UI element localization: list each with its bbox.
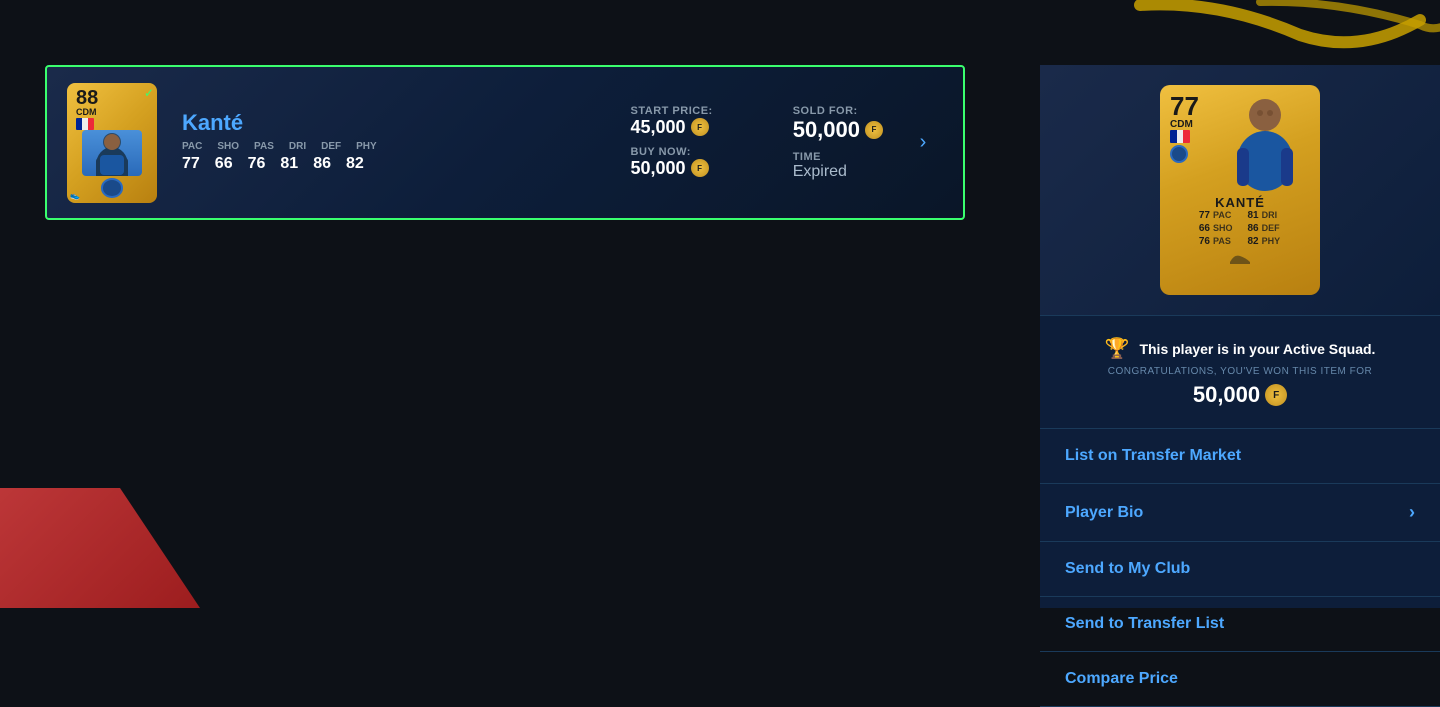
card-position: CDM xyxy=(76,108,97,117)
bottom-left-decoration xyxy=(0,488,200,608)
price-group-left: START PRICE: 45,000 F BUY NOW: 50,000 F xyxy=(631,105,713,181)
def-value: 86 xyxy=(313,155,331,173)
sold-for-value: 50,000 F xyxy=(793,117,883,143)
phy-label: PHY xyxy=(356,141,377,152)
boots-svg xyxy=(1228,252,1252,264)
player-card-large: 77 CDM xyxy=(1160,85,1320,295)
player-flag xyxy=(76,118,94,130)
fut-coin-sold: F xyxy=(865,121,883,139)
large-card-boots-icon xyxy=(1228,251,1252,269)
boots-icon: 👟 xyxy=(70,191,80,200)
large-card-club xyxy=(1170,145,1188,163)
def-label: DEF xyxy=(321,141,341,152)
action-buttons-container: List on Transfer Market Player Bio › Sen… xyxy=(1040,428,1440,707)
detail-arrow-button[interactable]: › xyxy=(903,123,943,163)
notification-main-row: 🏆 This player is in your Active Squad. xyxy=(1105,336,1376,361)
large-card-name: KANTÉ xyxy=(1215,195,1265,210)
top-decoration xyxy=(940,0,1440,65)
large-card-stats: 77 PAC 81 DRI 66 SHO 86 DEF 76 PAS xyxy=(1199,210,1281,247)
large-card-flag xyxy=(1170,130,1190,143)
right-panel: 77 CDM xyxy=(1040,65,1440,608)
notification-main-text: This player is in your Active Squad. xyxy=(1139,341,1375,357)
stats-values-row: 77 66 76 81 86 82 xyxy=(182,155,591,173)
main-content: ✓ 88 CDM xyxy=(45,65,965,220)
player-card-mini: ✓ 88 CDM xyxy=(67,83,157,203)
compare-price-button[interactable]: Compare Price xyxy=(1040,652,1440,707)
player-bio-label: Player Bio xyxy=(1065,504,1143,522)
start-price-label: START PRICE: xyxy=(631,105,713,117)
compare-price-label: Compare Price xyxy=(1065,670,1178,688)
checkmark-icon: ✓ xyxy=(144,86,154,100)
player-bio-chevron-icon: › xyxy=(1409,502,1415,523)
player-image xyxy=(82,130,142,177)
send-to-transfer-label: Send to Transfer List xyxy=(1065,615,1224,633)
fut-coin-start: F xyxy=(691,118,709,136)
time-value: Expired xyxy=(793,163,883,181)
trophy-icon: 🏆 xyxy=(1105,336,1130,361)
send-to-club-label: Send to My Club xyxy=(1065,560,1190,578)
notification-sub-text: CONGRATULATIONS, YOU'VE WON THIS ITEM FO… xyxy=(1108,366,1372,377)
player-name: Kanté xyxy=(182,110,591,136)
sho-label: SHO xyxy=(217,141,239,152)
fut-coin-buynow: F xyxy=(691,159,709,177)
list-on-market-label: List on Transfer Market xyxy=(1065,447,1241,465)
time-label: TIME xyxy=(793,151,883,163)
buy-now-label: BUY NOW: xyxy=(631,146,713,158)
club-logo xyxy=(101,178,123,197)
sold-for-label: SOLD FOR: xyxy=(793,105,883,117)
dri-label: DRI xyxy=(289,141,306,152)
card-rating: 88 xyxy=(76,88,98,108)
send-to-my-club-button[interactable]: Send to My Club xyxy=(1040,542,1440,597)
price-group-right: SOLD FOR: 50,000 F TIME Expired xyxy=(793,105,883,181)
player-info: Kanté PAC SHO PAS DRI DEF PHY xyxy=(177,110,591,176)
notification-price: 50,000 F xyxy=(1193,382,1287,408)
fut-coin-notification: F xyxy=(1265,384,1287,406)
player-card-display-area: 77 CDM xyxy=(1040,65,1440,315)
pac-value: 77 xyxy=(182,155,200,173)
send-to-transfer-list-button[interactable]: Send to Transfer List xyxy=(1040,597,1440,652)
pricing-area: START PRICE: 45,000 F BUY NOW: 50,000 F xyxy=(631,105,883,181)
pas-value: 76 xyxy=(248,155,266,173)
large-card-player-image xyxy=(1220,93,1310,193)
player-listing: ✓ 88 CDM xyxy=(45,65,965,220)
list-on-transfer-market-button[interactable]: List on Transfer Market xyxy=(1040,429,1440,484)
large-card-rating: 77 xyxy=(1170,93,1199,119)
phy-value: 82 xyxy=(346,155,364,173)
stats-labels-row: PAC SHO PAS DRI DEF PHY xyxy=(182,141,591,152)
pas-label: PAS xyxy=(254,141,274,152)
dri-value: 81 xyxy=(280,155,298,173)
player-bio-button[interactable]: Player Bio › xyxy=(1040,484,1440,542)
buy-now-value: 50,000 F xyxy=(631,158,713,179)
start-price-value: 45,000 F xyxy=(631,117,713,138)
large-card-position: CDM xyxy=(1170,119,1193,130)
notification-area: 🏆 This player is in your Active Squad. C… xyxy=(1040,315,1440,428)
pac-label: PAC xyxy=(182,141,202,152)
sho-value: 66 xyxy=(215,155,233,173)
